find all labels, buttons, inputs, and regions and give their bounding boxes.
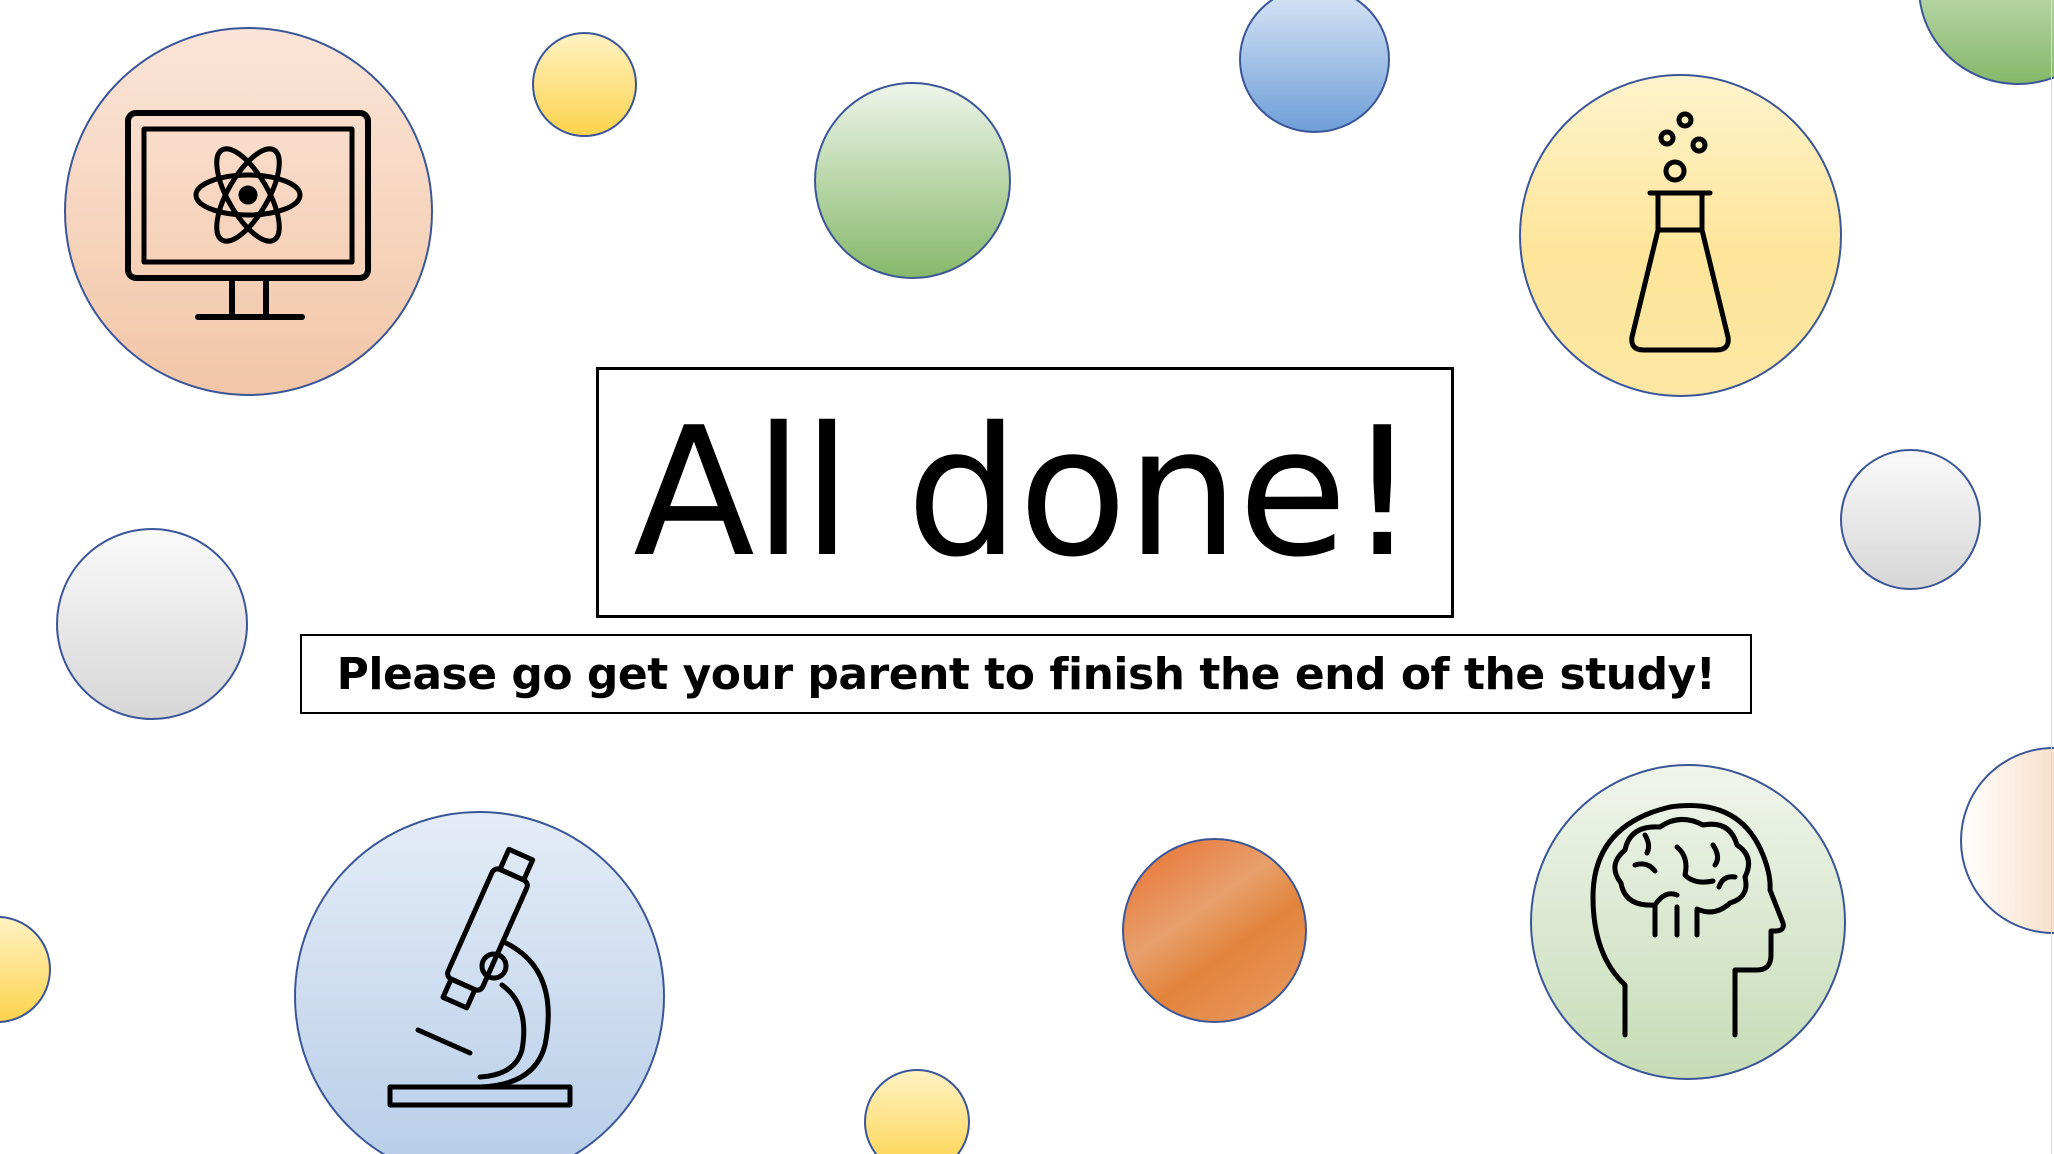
orange-dot <box>1122 838 1307 1023</box>
green-dot-corner <box>1918 0 2054 85</box>
microscope-icon <box>387 846 573 1108</box>
peach-dot-right-edge <box>1960 747 2054 934</box>
green-dot <box>814 82 1011 279</box>
flask-icon <box>1629 111 1731 353</box>
completion-message: Please go get your parent to finish the … <box>336 648 1716 700</box>
gray-dot-left <box>56 528 248 720</box>
yellow-dot-bottom <box>864 1069 970 1154</box>
title-box: All done! <box>596 367 1454 618</box>
brain-head-icon <box>1590 803 1786 1038</box>
yellow-dot <box>532 32 637 137</box>
slide-edge-divider <box>2051 0 2052 1154</box>
blue-dot <box>1239 0 1390 133</box>
computer-atom-icon <box>125 110 371 320</box>
completion-title: All done! <box>633 388 1418 596</box>
message-box: Please go get your parent to finish the … <box>300 634 1752 714</box>
gray-dot-right <box>1840 449 1981 590</box>
slide: All done! Please go get your parent to f… <box>0 0 2054 1154</box>
yellow-dot-left-edge <box>0 916 51 1023</box>
